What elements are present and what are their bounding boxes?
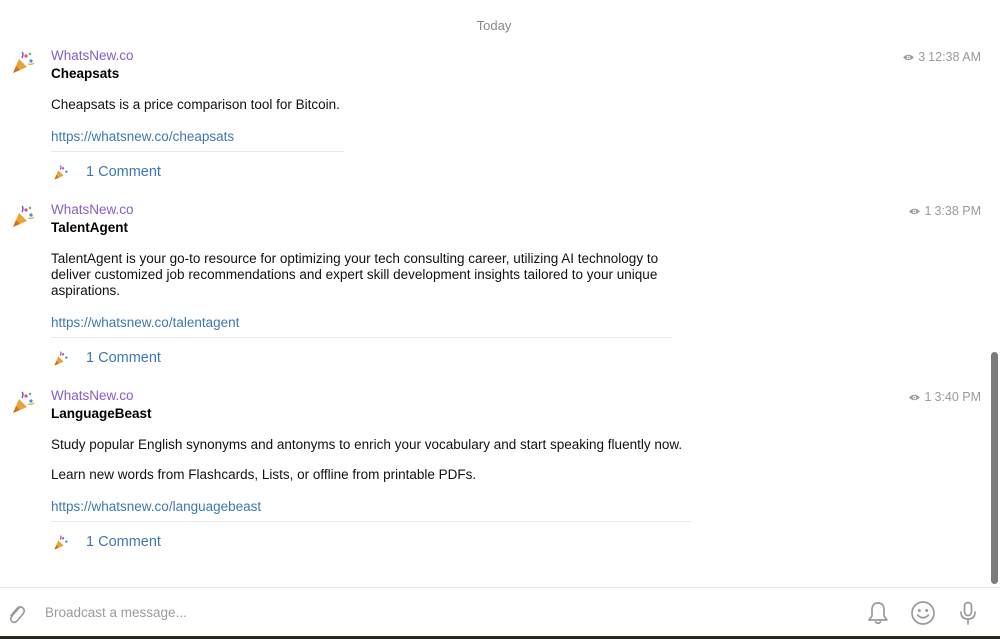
message-text: Learn new words from Flashcards, Lists, … (51, 467, 477, 482)
message-title: Cheapsats (51, 66, 120, 81)
message-link[interactable]: https://whatsnew.co/cheapsats (51, 129, 234, 145)
message-time: 3:40 PM (934, 390, 981, 404)
message-sender[interactable]: WhatsNew.co (51, 48, 711, 64)
comments-row: 1 Comment (51, 530, 731, 556)
comments-button[interactable]: 1 Comment (86, 164, 161, 180)
eye-icon (909, 394, 921, 400)
message-title: TalentAgent (51, 220, 128, 235)
party-popper-icon[interactable] (11, 51, 35, 75)
message-link[interactable]: https://whatsnew.co/languagebeast (51, 499, 261, 515)
comments-row: 1 Comment (51, 160, 711, 186)
microphone-icon[interactable] (955, 600, 981, 626)
message-content: WhatsNew.co LanguageBeast Study popular … (51, 388, 731, 556)
party-popper-icon (54, 535, 68, 550)
message-text: Cheapsats is a price comparison tool for… (51, 97, 340, 112)
message-sender[interactable]: WhatsNew.co (51, 388, 731, 404)
view-count: 3 (918, 50, 926, 64)
message-feed[interactable]: Today WhatsNew.co Cheapsats Cheapsats is… (0, 0, 990, 587)
feed-scrollbar[interactable] (989, 0, 1000, 587)
smiley-icon[interactable] (910, 600, 936, 626)
link-divider (51, 337, 672, 338)
message-content: WhatsNew.co Cheapsats Cheapsats is a pri… (51, 48, 711, 186)
eye-icon (903, 54, 915, 60)
message-content: WhatsNew.co TalentAgent TalentAgent is y… (51, 202, 711, 372)
message-time: 12:38 AM (928, 50, 981, 64)
comments-button[interactable]: 1 Comment (86, 350, 161, 366)
broadcast-input[interactable] (45, 601, 825, 623)
paperclip-icon[interactable] (6, 601, 26, 625)
link-divider (51, 521, 691, 522)
channel-window: Today WhatsNew.co Cheapsats Cheapsats is… (0, 0, 1000, 639)
message-meta: 3 12:38 AM (902, 50, 981, 64)
view-count: 1 (924, 204, 932, 218)
message-meta: 1 3:40 PM (908, 390, 981, 404)
eye-icon (909, 208, 921, 214)
party-popper-icon (54, 165, 68, 180)
message-title: LanguageBeast (51, 406, 152, 421)
party-popper-icon (54, 351, 68, 366)
party-popper-icon[interactable] (11, 205, 35, 229)
message-link[interactable]: https://whatsnew.co/talentagent (51, 315, 239, 331)
composer-bar (0, 587, 1000, 637)
party-popper-icon[interactable] (11, 391, 35, 415)
comments-row: 1 Comment (51, 346, 711, 372)
comments-button[interactable]: 1 Comment (86, 534, 161, 550)
view-count: 1 (924, 390, 932, 404)
message-sender[interactable]: WhatsNew.co (51, 202, 711, 218)
message-text: Study popular English synonyms and anton… (51, 437, 683, 452)
message-time: 3:38 PM (934, 204, 981, 218)
scrollbar-thumb[interactable] (991, 352, 998, 584)
date-separator: Today (476, 18, 512, 33)
bell-icon[interactable] (865, 600, 891, 626)
message-meta: 1 3:38 PM (908, 204, 981, 218)
message-text: TalentAgent is your go-to resource for o… (51, 251, 659, 298)
link-divider (51, 151, 344, 152)
